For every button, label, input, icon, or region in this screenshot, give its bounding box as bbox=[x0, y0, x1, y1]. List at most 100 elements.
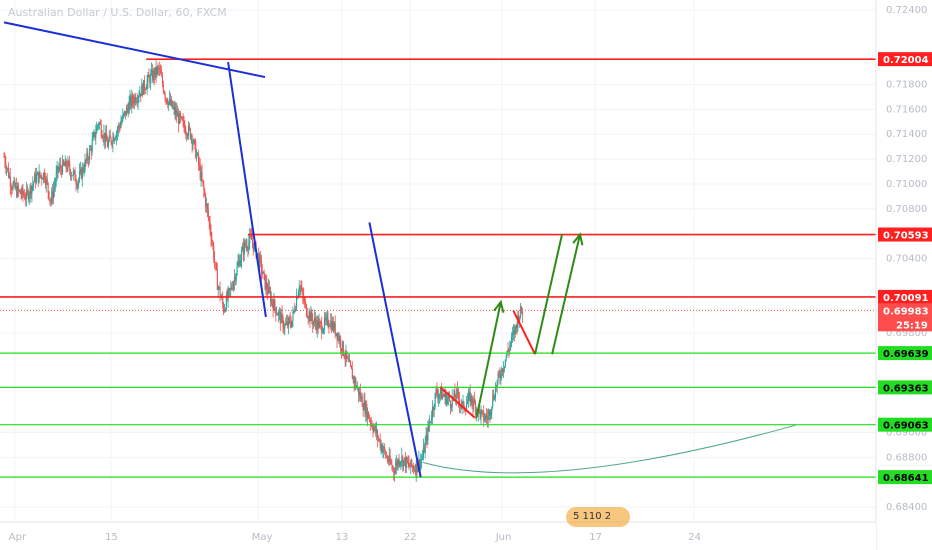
candle-body bbox=[485, 415, 487, 418]
candle-body bbox=[346, 351, 348, 358]
candle-body bbox=[497, 373, 499, 381]
time-axis[interactable]: Apr 15 May 13 22 Jun 17 24 bbox=[0, 521, 876, 550]
candle-body bbox=[26, 189, 28, 200]
level-price-label: 0.69363 bbox=[883, 383, 929, 394]
candle-body bbox=[137, 97, 139, 102]
level-price-label: 0.70091 bbox=[883, 293, 929, 304]
candle-body bbox=[202, 179, 204, 184]
y-tick-label: 0.71400 bbox=[886, 129, 927, 140]
bar-countdown: 25:19 bbox=[896, 320, 928, 331]
candle-body bbox=[203, 183, 205, 191]
candle-body bbox=[161, 73, 163, 76]
candle-body bbox=[320, 322, 322, 324]
candle-body bbox=[408, 462, 410, 467]
candle-body bbox=[198, 163, 200, 165]
candle-body bbox=[197, 153, 199, 164]
candle-body bbox=[260, 260, 262, 273]
candle-body bbox=[442, 394, 444, 396]
candle-body bbox=[385, 451, 387, 457]
candle-body bbox=[184, 126, 186, 133]
candle-body bbox=[91, 140, 93, 152]
y-tick-label: 0.71200 bbox=[886, 154, 927, 165]
candle-body bbox=[123, 113, 125, 115]
candle-body bbox=[92, 135, 94, 141]
candle-body bbox=[285, 323, 287, 326]
candle-body bbox=[350, 365, 352, 370]
candle-body bbox=[78, 179, 80, 184]
candle-body bbox=[382, 450, 384, 452]
candle-body bbox=[436, 389, 438, 395]
candle-body bbox=[212, 242, 214, 247]
candle-body bbox=[509, 345, 511, 351]
candle-body bbox=[168, 101, 170, 106]
candle-body bbox=[313, 321, 315, 325]
candle-body bbox=[306, 315, 308, 318]
candle-body bbox=[510, 342, 512, 346]
candle-body bbox=[23, 194, 25, 196]
candle-body bbox=[289, 319, 291, 325]
candle-body bbox=[60, 164, 62, 169]
candle-body bbox=[467, 401, 469, 405]
candle-body bbox=[68, 161, 70, 164]
candle-body bbox=[188, 125, 190, 129]
y-tick-label: 0.68800 bbox=[886, 452, 927, 463]
price-axis[interactable]: 0.72400 0.71800 0.71600 0.71400 0.71200 0.710… bbox=[875, 0, 932, 550]
candle-body bbox=[237, 262, 239, 266]
candle-body bbox=[499, 374, 501, 378]
candle-body bbox=[181, 117, 183, 121]
candle-body bbox=[281, 313, 283, 317]
candle-body bbox=[75, 181, 77, 184]
candle-body bbox=[368, 418, 370, 420]
candle-body bbox=[302, 289, 304, 296]
candle-body bbox=[222, 297, 224, 305]
candle-body bbox=[386, 457, 388, 461]
candle-body bbox=[458, 391, 460, 400]
candle-body bbox=[284, 325, 286, 329]
candle-body bbox=[340, 338, 342, 349]
candle-body bbox=[371, 423, 373, 428]
candle-body bbox=[329, 325, 331, 327]
candle-body bbox=[503, 368, 505, 372]
candle-body bbox=[490, 411, 492, 416]
candle-body bbox=[109, 135, 111, 138]
candle-body bbox=[282, 316, 284, 329]
candle-body bbox=[48, 191, 50, 200]
candle-body bbox=[58, 167, 60, 170]
candle-body bbox=[22, 187, 24, 195]
candle-body bbox=[325, 317, 327, 321]
candle-body bbox=[194, 139, 196, 142]
candle-body bbox=[192, 143, 194, 145]
candle-body bbox=[373, 428, 375, 432]
watermark-counts: 5 110 2 bbox=[573, 511, 611, 522]
candle-body bbox=[266, 282, 268, 291]
candle-body bbox=[41, 175, 43, 179]
candle-body bbox=[235, 274, 237, 281]
candle-body bbox=[72, 171, 74, 176]
candle-body bbox=[107, 141, 109, 147]
candle-body bbox=[430, 421, 432, 422]
candle-body bbox=[438, 395, 440, 399]
candle-body bbox=[406, 457, 408, 463]
candle-body bbox=[83, 170, 85, 172]
candle-body bbox=[87, 153, 89, 160]
candle-body bbox=[433, 407, 435, 411]
candle-body bbox=[484, 419, 486, 421]
candle-body bbox=[9, 176, 11, 187]
candle-body bbox=[318, 321, 320, 329]
candle-body bbox=[298, 287, 300, 293]
candle-body bbox=[504, 359, 506, 367]
candle-body bbox=[240, 260, 242, 266]
candle-body bbox=[439, 394, 441, 396]
candle-body bbox=[343, 354, 345, 358]
candle-body bbox=[24, 195, 26, 199]
candle-body bbox=[305, 301, 307, 305]
candle-body bbox=[158, 67, 160, 69]
candle-body bbox=[55, 173, 57, 183]
candle-body bbox=[487, 416, 489, 420]
x-tick-label: May bbox=[252, 532, 273, 543]
candle-body bbox=[165, 98, 167, 100]
candle-body bbox=[263, 271, 265, 274]
price-chart[interactable]: 0.72400 0.71800 0.71600 0.71400 0.71200 0.710… bbox=[0, 0, 932, 550]
candle-body bbox=[511, 335, 513, 343]
candle-body bbox=[31, 185, 33, 194]
